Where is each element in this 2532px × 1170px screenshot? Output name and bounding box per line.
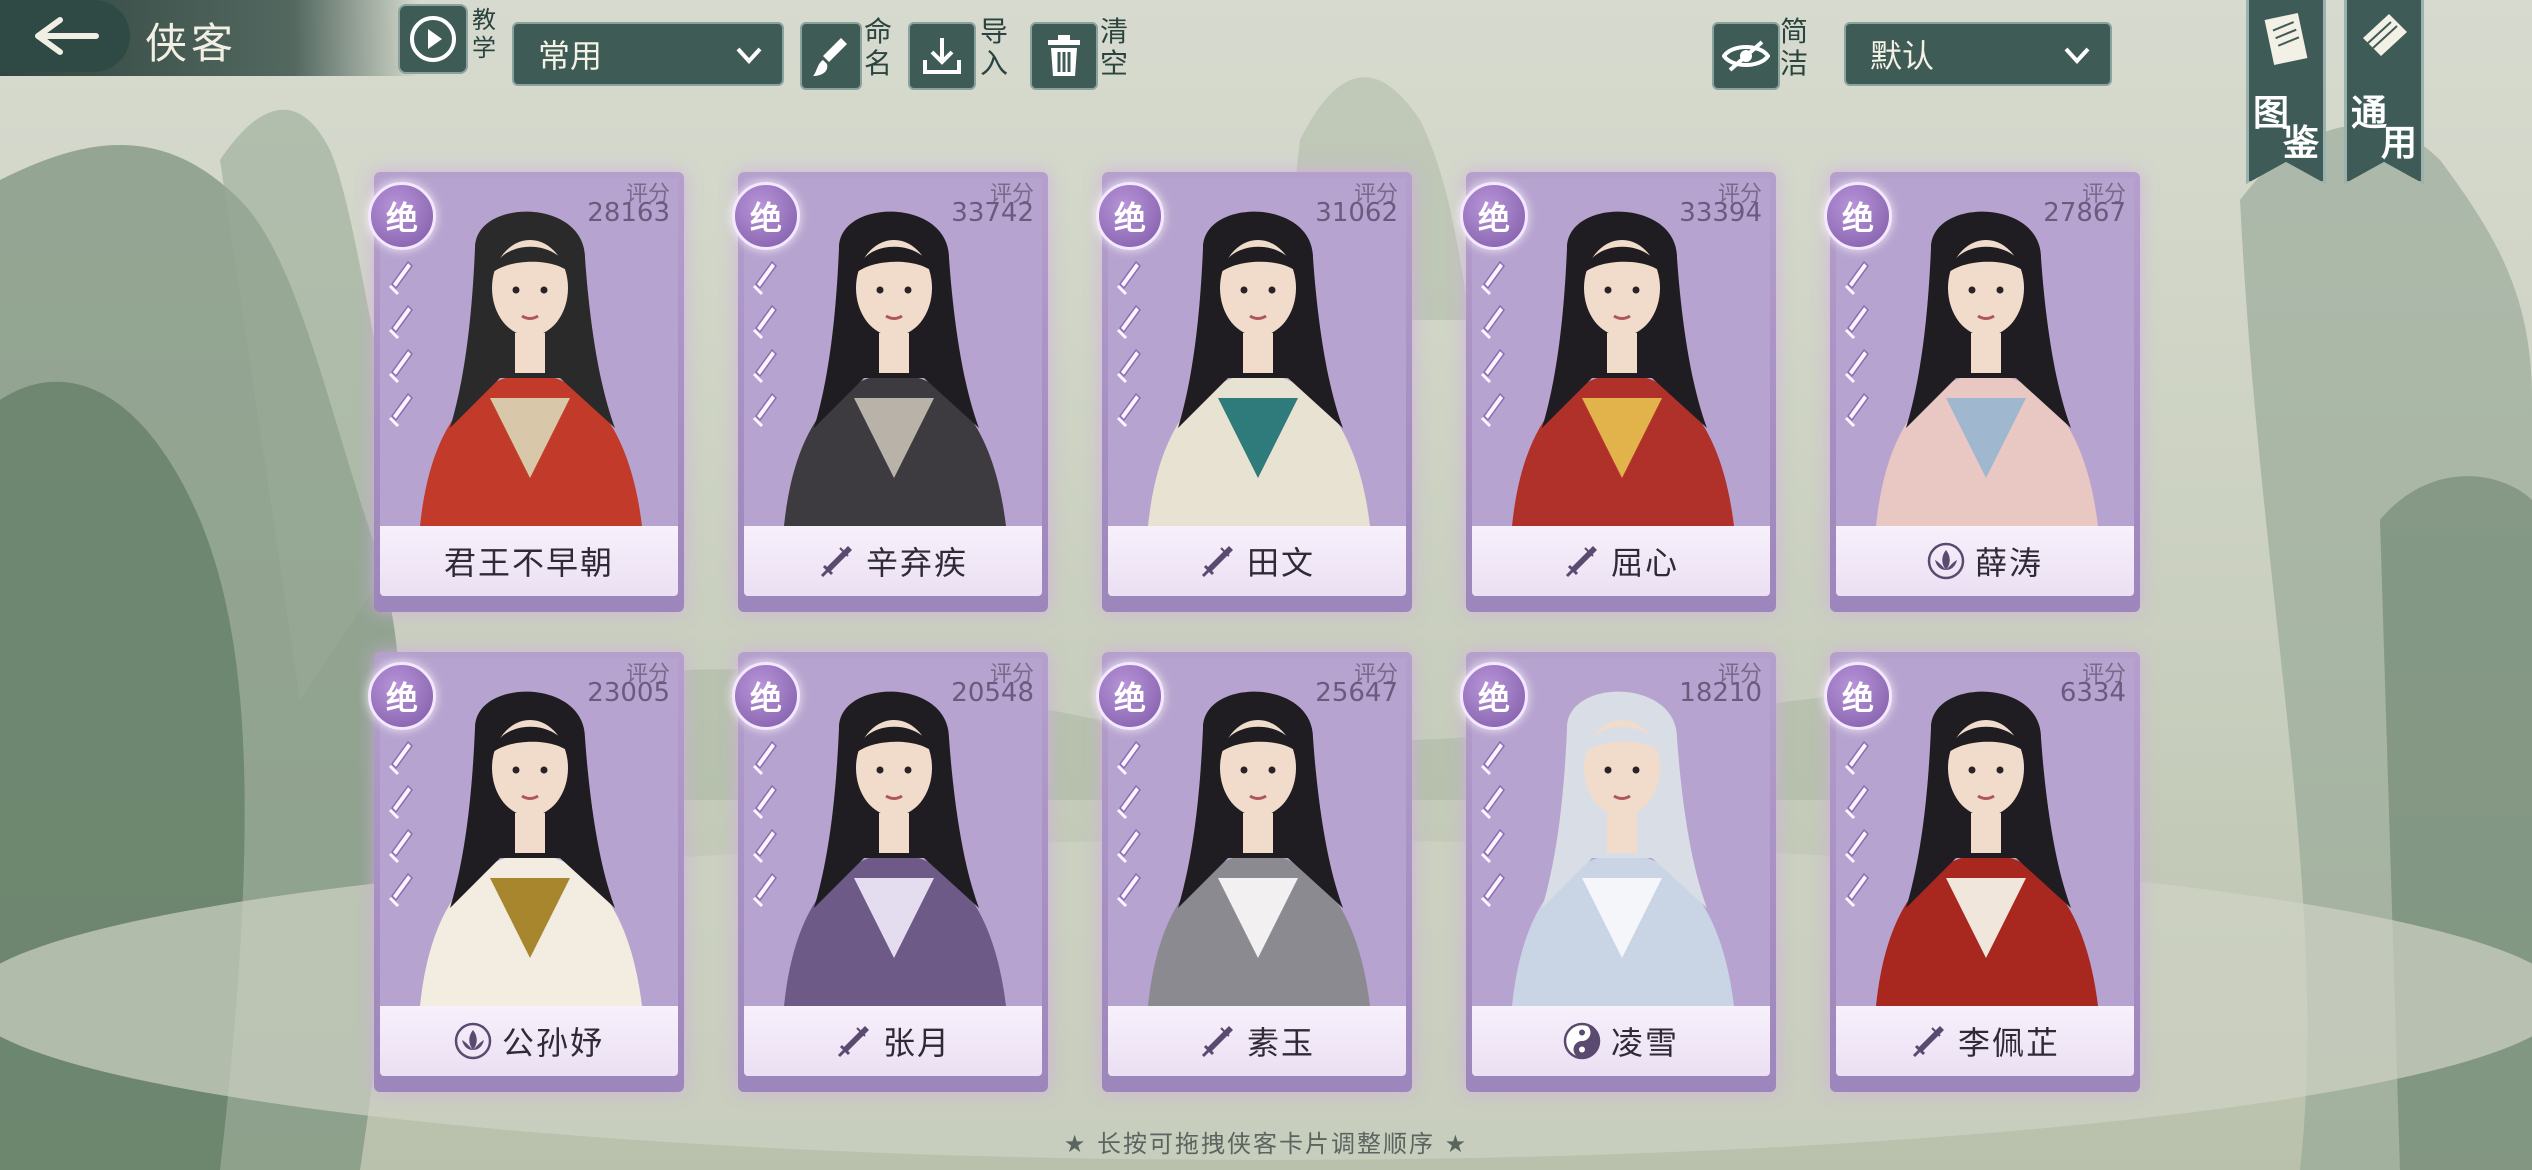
star-level-icon: [752, 740, 777, 908]
star-level-icon: [1116, 260, 1141, 428]
hero-card[interactable]: 绝评分 18210 凌雪: [1460, 652, 1776, 1092]
book-icon: [2264, 12, 2308, 66]
back-arrow-icon: [35, 17, 99, 55]
name-bar: 君王不早朝: [380, 526, 678, 596]
hero-card[interactable]: 绝评分 28163 君王不早朝: [368, 172, 684, 612]
scroll-icon: [2363, 14, 2407, 56]
hero-card[interactable]: 绝评分 27867 薛涛: [1824, 172, 2140, 612]
star-level-icon: [1844, 740, 1869, 908]
hero-card[interactable]: 绝评分 33394 屈心: [1460, 172, 1776, 612]
score-value: 27867: [2043, 198, 2126, 228]
rarity-badge: 绝: [1460, 182, 1528, 250]
hero-name: 素玉: [1246, 1024, 1315, 1062]
rarity-badge: 绝: [368, 182, 436, 250]
rarity-badge: 绝: [1460, 662, 1528, 730]
drag-hint: ★ 长按可拖拽侠客卡片调整顺序 ★: [1063, 1130, 1469, 1158]
rarity-badge: 绝: [1096, 182, 1164, 250]
play-icon: [410, 16, 456, 62]
name-bar: 薛涛: [1836, 526, 2134, 596]
rarity-badge: 绝: [1096, 662, 1164, 730]
score-value: 28163: [587, 198, 670, 228]
hero-name: 公孙妤: [501, 1024, 604, 1062]
hero-name: 张月: [882, 1024, 951, 1062]
sword-icon: [837, 1026, 869, 1058]
sword-icon: [1201, 546, 1233, 578]
back-button[interactable]: [0, 0, 130, 72]
hero-name: 田文: [1246, 544, 1315, 582]
score-value: 31062: [1315, 198, 1398, 228]
download-icon: [923, 38, 961, 74]
hero-name: 屈心: [1610, 544, 1679, 582]
import-label: 导入: [979, 15, 1008, 80]
star-level-icon: [1480, 260, 1505, 428]
name-bar: 张月: [744, 1006, 1042, 1076]
hero-name: 李佩芷: [1957, 1024, 2060, 1062]
sword-icon: [1565, 546, 1597, 578]
score-value: 33394: [1679, 198, 1762, 228]
hero-card[interactable]: 绝评分 20548 张月: [732, 652, 1048, 1092]
rarity-badge: 绝: [1824, 182, 1892, 250]
clear-button[interactable]: [1030, 22, 1098, 90]
score-value: 23005: [587, 678, 670, 708]
eye-slash-icon: [1722, 40, 1770, 72]
chevron-down-icon: [2064, 47, 2090, 64]
star-level-icon: [752, 260, 777, 428]
star-level-icon: [388, 740, 413, 908]
import-button[interactable]: [908, 22, 976, 90]
chevron-down-icon: [736, 47, 762, 64]
hero-name: 君王不早朝: [443, 544, 614, 582]
name-bar: 公孙妤: [380, 1006, 678, 1076]
tutorial-button[interactable]: [398, 4, 468, 74]
name-bar: 李佩芷: [1836, 1006, 2134, 1076]
sword-icon: [1201, 1026, 1233, 1058]
brush-icon: [813, 38, 847, 76]
hero-card[interactable]: 绝评分 23005 公孙妤: [368, 652, 684, 1092]
name-bar: 屈心: [1472, 526, 1770, 596]
rename-label: 命名: [863, 15, 892, 80]
codex-banner[interactable]: 图鉴: [2246, 0, 2326, 184]
yinyang-icon: [1563, 1022, 1601, 1060]
clear-label: 清空: [1099, 15, 1128, 80]
rarity-badge: 绝: [732, 182, 800, 250]
page-title: 侠客: [145, 19, 238, 68]
star-level-icon: [1116, 740, 1141, 908]
hero-name: 凌雪: [1610, 1024, 1679, 1062]
sort-select-value: 默认: [1870, 37, 1935, 75]
sort-select[interactable]: 默认: [1844, 22, 2112, 86]
hero-name: 辛弃疾: [865, 544, 968, 582]
rename-button[interactable]: [800, 22, 862, 90]
sword-icon: [1912, 1026, 1944, 1058]
hero-name: 薛涛: [1974, 544, 2043, 582]
simple-mode-label: 简洁: [1779, 15, 1808, 80]
lotus-icon: [454, 1022, 492, 1060]
lotus-icon: [1927, 542, 1965, 580]
hero-card[interactable]: 绝评分 31062 田文: [1096, 172, 1412, 612]
rarity-badge: 绝: [1824, 662, 1892, 730]
preset-select[interactable]: 常用: [512, 22, 784, 86]
rarity-badge: 绝: [368, 662, 436, 730]
hero-card[interactable]: 绝评分 25647 素玉: [1096, 652, 1412, 1092]
score-value: 6334: [2059, 678, 2126, 708]
preset-select-value: 常用: [538, 37, 603, 75]
simple-mode-button[interactable]: [1712, 22, 1780, 90]
general-banner[interactable]: 通用: [2344, 0, 2424, 184]
hero-card[interactable]: 绝评分 33742 辛弃疾: [732, 172, 1048, 612]
sword-icon: [820, 546, 852, 578]
name-bar: 凌雪: [1472, 1006, 1770, 1076]
rarity-badge: 绝: [732, 662, 800, 730]
name-bar: 素玉: [1108, 1006, 1406, 1076]
name-bar: 田文: [1108, 526, 1406, 596]
score-value: 20548: [951, 678, 1034, 708]
star-level-icon: [1480, 740, 1505, 908]
hero-card[interactable]: 绝评分 6334 李佩芷: [1824, 652, 2140, 1092]
score-value: 25647: [1315, 678, 1398, 708]
tutorial-label: 教学: [472, 6, 496, 62]
score-value: 18210: [1679, 678, 1762, 708]
trash-icon: [1048, 35, 1080, 76]
star-level-icon: [388, 260, 413, 428]
name-bar: 辛弃疾: [744, 526, 1042, 596]
star-level-icon: [1844, 260, 1869, 428]
score-value: 33742: [951, 198, 1034, 228]
